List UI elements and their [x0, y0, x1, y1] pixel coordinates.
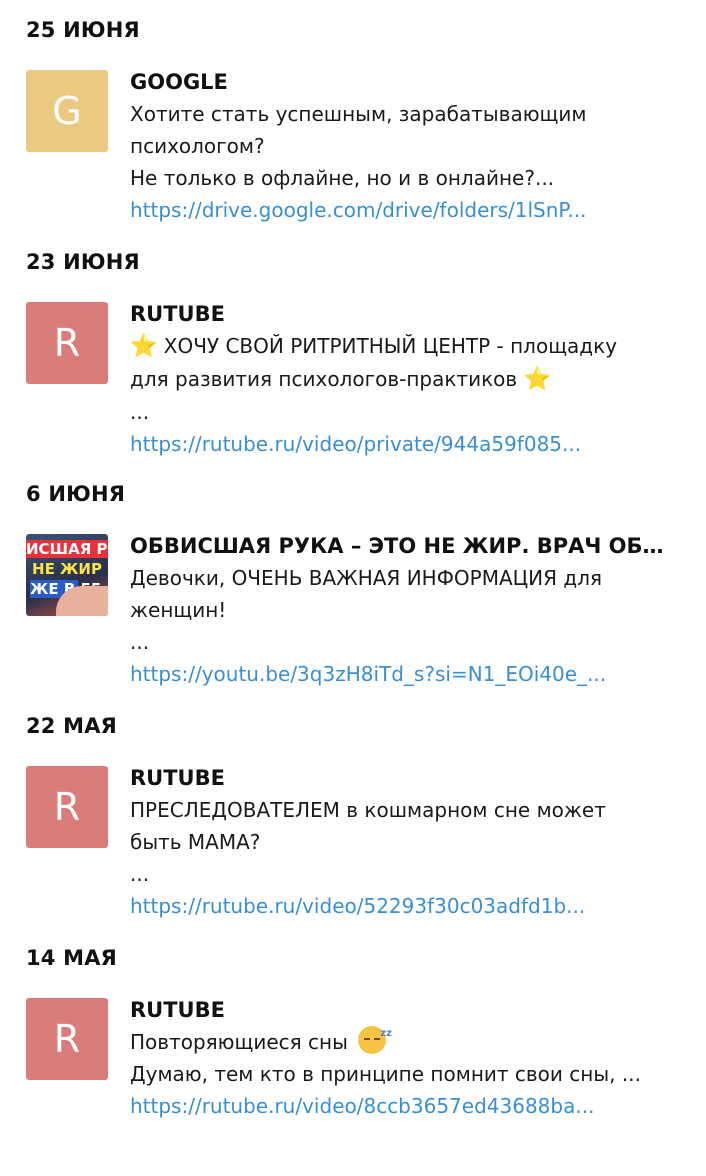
date-header: 23 ИЮНЯ: [26, 250, 140, 274]
rutube-thumbnail[interactable]: R: [26, 302, 108, 384]
date-header: 22 МАЯ: [26, 714, 118, 738]
thumb-letter: R: [53, 1017, 81, 1061]
rutube-thumbnail[interactable]: R: [26, 998, 108, 1080]
item-title[interactable]: RUTUBE: [130, 298, 678, 330]
item-text: ХОЧУ СВОЙ РИТРИТНЫЙ ЦЕНТР - площадку: [163, 334, 618, 358]
date-header: 14 МАЯ: [26, 946, 118, 970]
list-item: ОБВИСШАЯ РУКА – ЭТО НЕ ЖИР. ВРАЧ ОБЪЯСНЯ…: [130, 530, 690, 690]
google-thumbnail[interactable]: G: [26, 70, 108, 152]
item-text: Повторяющиеся сны: [130, 1030, 348, 1054]
sleeping-face-icon: zz: [357, 1026, 392, 1054]
item-text-line: Девочки, ОЧЕНЬ ВАЖНАЯ ИНФОРМАЦИЯ для: [130, 566, 603, 590]
video-thumbnail[interactable]: ИСШАЯ РУКА НЕ ЖИР ЖЕ В 55: [26, 534, 108, 616]
item-text-line: ...: [130, 400, 150, 424]
item-text-line: ...: [130, 862, 150, 886]
thumb-caption: ИСШАЯ РУКА: [26, 540, 108, 558]
thumb-letter: R: [53, 785, 81, 829]
list-item: RUTUBE ⭐ ХОЧУ СВОЙ РИТРИТНЫЙ ЦЕНТР - пло…: [130, 298, 690, 460]
item-text-line: быть МАМА?: [130, 830, 261, 854]
item-text: для развития психологов-практиков: [130, 367, 518, 391]
item-link[interactable]: https://rutube.ru/video/private/944a59f0…: [130, 428, 678, 460]
item-text-line: ⭐ ХОЧУ СВОЙ РИТРИТНЫЙ ЦЕНТР - площадку: [130, 330, 690, 363]
thumb-letter: G: [52, 89, 82, 133]
item-text-line: для развития психологов-практиков ⭐: [130, 363, 690, 396]
item-text-line: ПРЕСЛЕДОВАТЕЛЕМ в кошмарном сне может: [130, 798, 606, 822]
item-link[interactable]: https://rutube.ru/video/8ccb3657ed43688b…: [130, 1090, 678, 1122]
item-title[interactable]: RUTUBE: [130, 994, 678, 1026]
item-title[interactable]: ОБВИСШАЯ РУКА – ЭТО НЕ ЖИР. ВРАЧ ОБЪЯСНЯ…: [130, 530, 678, 562]
item-link[interactable]: https://rutube.ru/video/52293f30c03adfd1…: [130, 890, 678, 922]
item-text-line: женщин!: [130, 598, 227, 622]
item-text-line: Не только в офлайне, но и в онлайне?...: [130, 166, 555, 190]
thumb-caption: НЕ ЖИР: [32, 560, 102, 578]
star-icon: ⭐: [130, 334, 158, 359]
item-text-line: ...: [130, 630, 150, 654]
list-item: RUTUBE ПРЕСЛЕДОВАТЕЛЕМ в кошмарном сне м…: [130, 762, 690, 922]
item-text-line: Хотите стать успешным, зарабатывающим: [130, 102, 587, 126]
item-link[interactable]: https://youtu.be/3q3zH8iTd_s?si=N1_EOi40…: [130, 658, 678, 690]
zz-icon: zz: [380, 1028, 392, 1039]
date-header: 6 ИЮНЯ: [26, 482, 126, 506]
list-item: GOOGLE Хотите стать успешным, зарабатыва…: [130, 66, 690, 226]
item-link[interactable]: https://drive.google.com/drive/folders/1…: [130, 194, 678, 226]
list-item: RUTUBE Повторяющиеся сны zz Думаю, тем кт…: [130, 994, 690, 1122]
link-feed: 25 ИЮНЯ G GOOGLE Хотите стать успешным, …: [0, 0, 706, 1176]
item-text-line: Думаю, тем кто в принципе помнит свои сн…: [130, 1062, 641, 1086]
thumb-letter: R: [53, 321, 81, 365]
item-title[interactable]: GOOGLE: [130, 66, 678, 98]
rutube-thumbnail[interactable]: R: [26, 766, 108, 848]
item-text-line: Повторяющиеся сны zz: [130, 1026, 690, 1058]
item-text-line: психологом?: [130, 134, 265, 158]
date-header: 25 ИЮНЯ: [26, 18, 140, 42]
star-icon: ⭐: [523, 367, 551, 392]
item-title[interactable]: RUTUBE: [130, 762, 678, 794]
